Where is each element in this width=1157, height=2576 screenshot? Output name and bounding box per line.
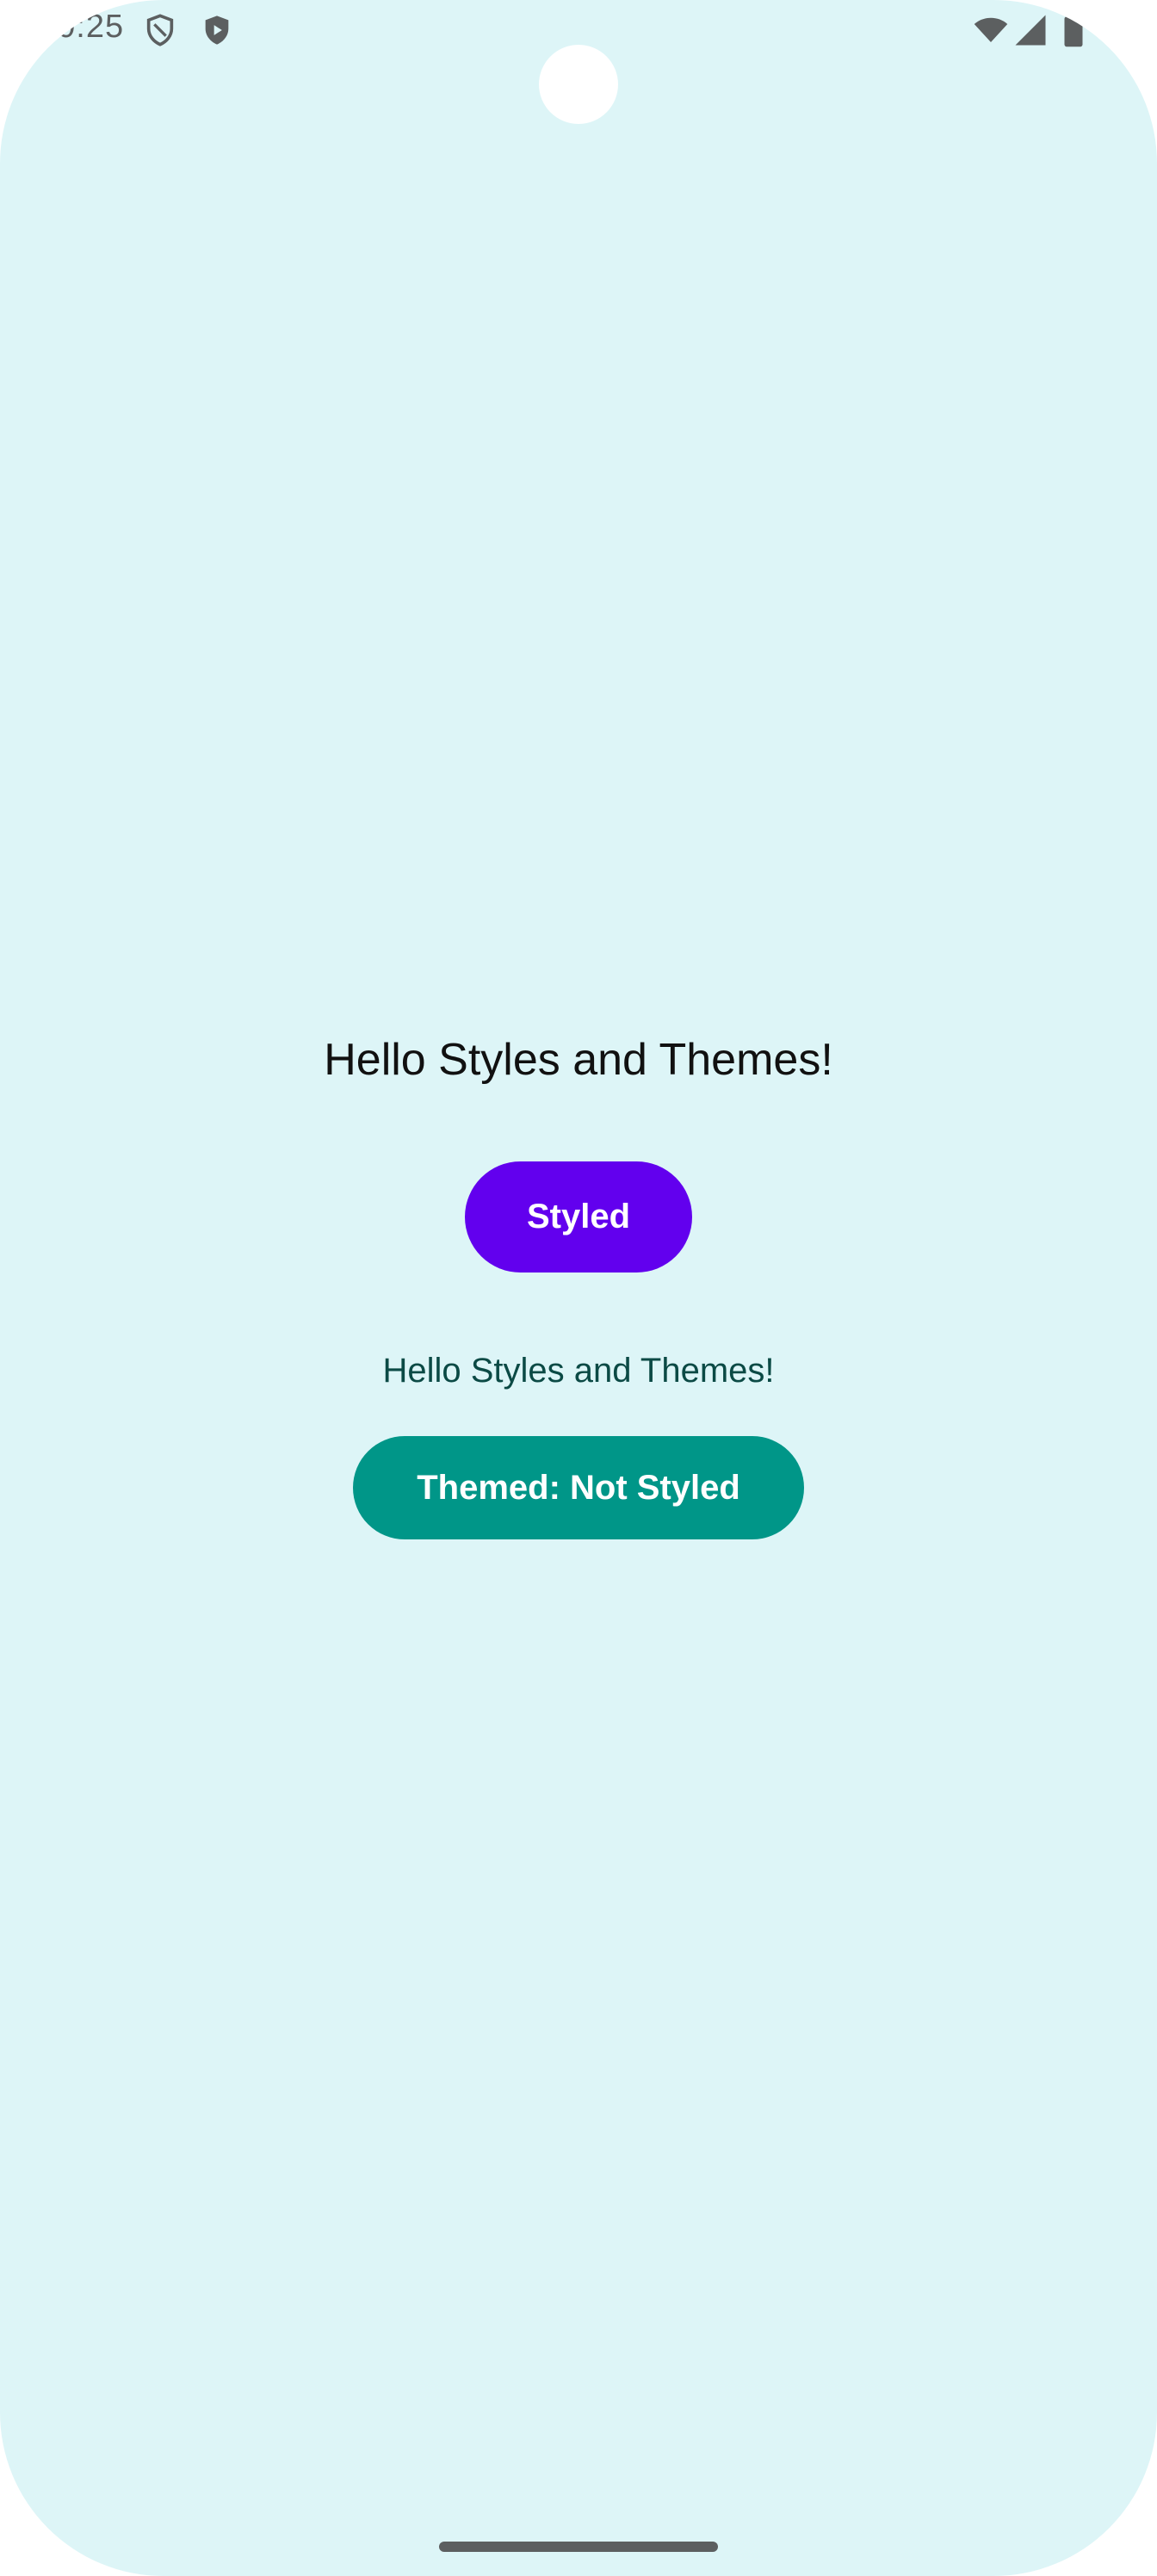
page-title: Hello Styles and Themes! (324, 1035, 833, 1085)
main-content: Hello Styles and Themes! Styled Hello St… (0, 0, 1157, 2576)
app-screen: 10:25 Hello Styles and Themes! Styled He… (0, 0, 1157, 2576)
themed-not-styled-button[interactable]: Themed: Not Styled (353, 1436, 804, 1539)
styled-button[interactable]: Styled (465, 1161, 692, 1273)
themed-text: Hello Styles and Themes! (382, 1352, 775, 1390)
home-indicator[interactable] (439, 2542, 718, 2552)
